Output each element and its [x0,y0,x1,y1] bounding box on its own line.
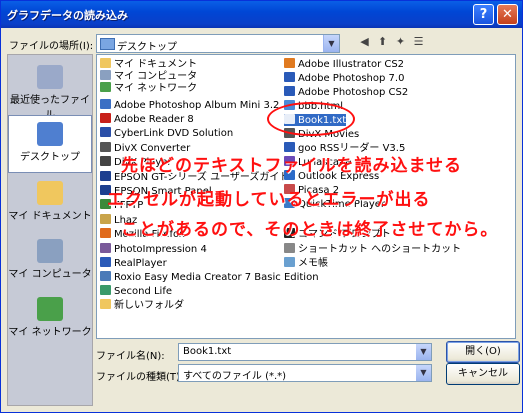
shortcut-icon [100,156,111,166]
list-item[interactable]: Second Life [100,285,172,297]
file-name: Adobe Photoshop 7.0 [298,73,405,84]
list-item[interactable]: Roxio Easy Media Creator 7 Basic Edition [100,271,319,283]
file-name: マイ ドキュメント [114,59,198,70]
file-name: Adobe Reader 8 [114,114,194,125]
filetype-label: ファイルの種類(T): [96,372,184,383]
file-name: Adobe Illustrator CS2 [298,59,405,70]
cancel-button[interactable]: キャンセル [446,363,520,385]
filetype-select[interactable]: すべてのファイル (*.*) ▼ [178,364,432,382]
list-item[interactable]: Adobe Photoshop 7.0 [284,72,404,84]
list-item[interactable]: Adobe Reader 8 [100,113,194,125]
shortcut-icon [100,257,111,267]
shortcut-icon [100,113,111,123]
place-my-network[interactable]: マイ ネットワーク [8,291,92,347]
shortcut-icon [284,257,295,267]
open-dialog: グラフデータの読み込み ? ✕ ファイルの場所(I): デスクトップ ▼ ◀ ⬆… [0,0,523,413]
list-item[interactable]: CyberLink DVD Solution [100,127,233,139]
file-name: Second Life [114,286,173,297]
lookin-dropdown[interactable]: デスクトップ ▼ [96,34,340,53]
title-bar: グラフデータの読み込み ? ✕ [1,1,522,28]
filetype-value: すべてのファイル (*.*) [183,371,287,382]
list-item[interactable]: メモ帳 [284,257,328,269]
up-folder-icon[interactable]: ⬆ [375,34,390,49]
file-name: 新しいフォルダ [114,300,184,311]
annotation-line-3: ことがあるので、そのときは終了させてから。 [121,220,499,240]
folder-icon [100,299,111,309]
my-computer-icon [37,239,63,263]
folder-icon [100,58,111,68]
shortcut-icon [100,142,111,152]
file-name: ショートカット へのショートカット [298,244,462,255]
places-bar: 最近使ったファイル デスクトップ マイ ドキュメント マイ コンピュータ マイ … [7,54,93,406]
window-title: グラフデータの読み込み [7,9,128,22]
place-label: マイ ドキュメント [8,211,92,222]
place-recent[interactable]: 最近使ったファイル [8,59,92,121]
shortcut-icon [284,243,295,253]
file-name: マイ コンピュータ [114,71,198,82]
filename-input[interactable]: Book1.txt ▼ [178,343,432,361]
views-menu-icon[interactable]: ☰ [411,34,426,49]
shortcut-icon [100,271,111,281]
shortcut-icon [284,58,295,68]
shortcut-icon [284,72,295,82]
shortcut-icon [100,243,111,253]
place-label: マイ コンピュータ [8,269,92,280]
shortcut-icon [100,285,111,295]
annotation-line-1: 先ほどのテキストファイルを読み込ませる [121,156,462,176]
chevron-down-icon[interactable]: ▼ [416,344,431,360]
computer-icon [100,70,111,80]
list-item[interactable]: マイ ドキュメント [100,58,197,70]
list-item[interactable]: RealPlayer [100,257,167,269]
lookin-label: ファイルの場所(I): [9,41,94,52]
shortcut-icon [100,171,111,181]
shortcut-icon [100,99,111,109]
file-name: Roxio Easy Media Creator 7 Basic Edition [114,272,319,283]
lookin-value: デスクトップ [117,42,177,53]
recent-files-icon [37,65,63,89]
list-item[interactable]: PhotoImpression 4 [100,243,207,255]
my-documents-icon [37,181,63,205]
shortcut-icon [100,214,111,224]
file-name: Adobe Photoshop Album Mini 3.2 [114,100,280,111]
list-item[interactable]: マイ ネットワーク [100,82,197,94]
shortcut-icon [284,86,295,96]
back-icon[interactable]: ◀ [357,34,372,49]
annotation-line-2: エクセルが起動しているとエラーが出る [107,190,431,210]
file-name: Adobe Photoshop CS2 [298,87,409,98]
list-item[interactable]: Adobe Photoshop Album Mini 3.2 [100,99,279,111]
desktop-icon [37,122,63,146]
list-item[interactable]: Adobe Photoshop CS2 [284,86,408,98]
chevron-down-icon[interactable]: ▼ [323,35,339,52]
place-desktop[interactable]: デスクトップ [8,115,92,173]
filename-value: Book1.txt [183,346,232,357]
list-item[interactable]: 新しいフォルダ [100,299,184,311]
place-my-computer[interactable]: マイ コンピュータ [8,233,92,289]
place-label: マイ ネットワーク [8,327,92,338]
my-network-icon [37,297,63,321]
shortcut-icon [100,127,111,137]
open-button[interactable]: 開く(O) [446,341,520,363]
file-name: マイ ネットワーク [114,83,198,94]
file-name: メモ帳 [298,258,328,269]
file-name: CyberLink DVD Solution [114,128,234,139]
highlight-circle [267,102,355,136]
list-item[interactable]: マイ コンピュータ [100,70,197,82]
place-my-documents[interactable]: マイ ドキュメント [8,175,92,231]
network-icon [100,82,111,92]
filename-label: ファイル名(N): [96,351,165,362]
place-label: デスクトップ [20,152,80,163]
chevron-down-icon[interactable]: ▼ [416,365,431,381]
list-item[interactable]: Adobe Illustrator CS2 [284,58,404,70]
help-button[interactable]: ? [473,4,494,25]
close-button[interactable]: ✕ [497,4,518,25]
desktop-folder-icon [100,38,115,50]
shortcut-icon [100,228,111,238]
list-item[interactable]: ショートカット へのショートカット [284,243,461,255]
new-folder-icon[interactable]: ✦ [393,34,408,49]
file-name: PhotoImpression 4 [114,244,207,255]
file-name: RealPlayer [114,258,167,269]
